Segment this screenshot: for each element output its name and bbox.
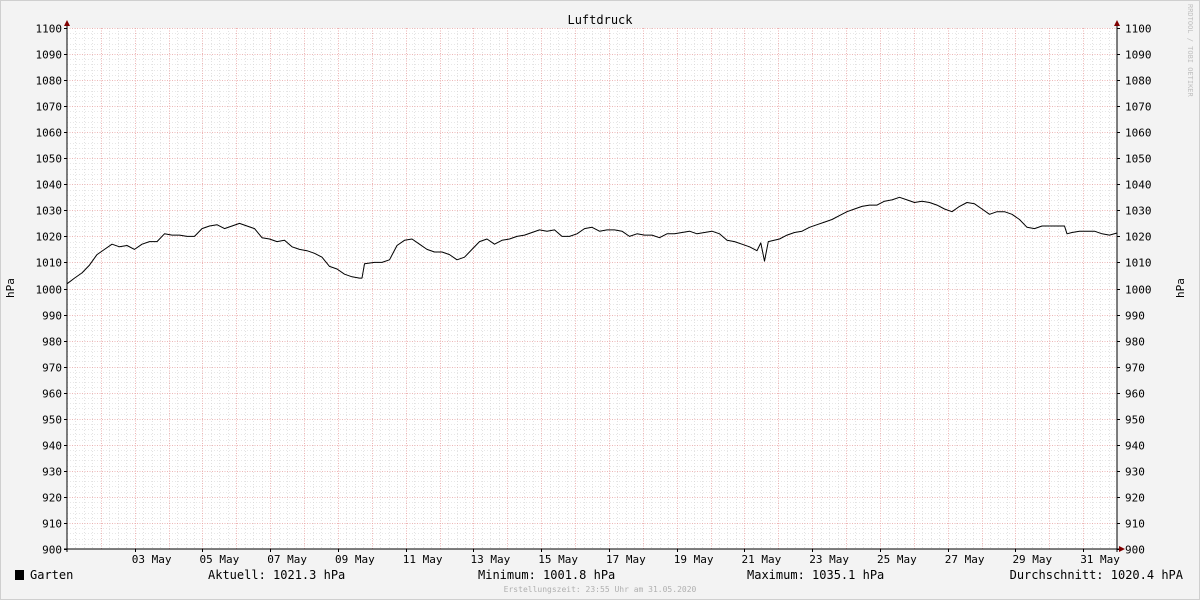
stat-durchschnitt: Durchschnitt: 1020.4 hPA: [1010, 568, 1184, 582]
x-tick-label: 15 May: [538, 553, 578, 566]
y-tick-label: 1090: [1125, 49, 1152, 62]
stat-maximum: Maximum: 1035.1 hPa: [747, 568, 884, 582]
x-tick-label: 17 May: [606, 553, 646, 566]
y-tick-label: 1010: [36, 257, 63, 270]
y-tick-label: 970: [42, 362, 62, 375]
y-tick-label: 1020: [36, 231, 63, 244]
y-tick-label: 910: [42, 518, 62, 531]
y-tick-label: 980: [42, 336, 62, 349]
x-tick-label: 11 May: [403, 553, 443, 566]
x-tick-label: 27 May: [945, 553, 985, 566]
y-tick-label: 1020: [1125, 231, 1152, 244]
stat-aktuell: Aktuell: 1021.3 hPa: [208, 568, 345, 582]
y-tick-label: 1050: [36, 153, 63, 166]
y-tick-label: 1080: [1125, 75, 1152, 88]
y-tick-label: 990: [42, 310, 62, 323]
y-tick-label: 1040: [1125, 179, 1152, 192]
x-tick-label: 21 May: [741, 553, 781, 566]
y-tick-label: 930: [42, 466, 62, 479]
y-tick-label: 1070: [1125, 101, 1152, 114]
x-tick-label: 29 May: [1012, 553, 1052, 566]
y-tick-label: 1070: [36, 101, 63, 114]
y-tick-label: 960: [42, 388, 62, 401]
x-tick-label: 23 May: [809, 553, 849, 566]
y-tick-label: 970: [1125, 362, 1145, 375]
y-tick-label: 1040: [36, 179, 63, 192]
x-tick-label: 07 May: [267, 553, 307, 566]
y-tick-label: 960: [1125, 388, 1145, 401]
y-tick-label: 1100: [1125, 23, 1152, 36]
chart: Luftdruck 900 910 920 930 940 950 960 970 980 990…: [0, 0, 1200, 600]
y-tick-label: 1010: [1125, 257, 1152, 270]
y-axis-label-right: hPa: [1174, 278, 1187, 298]
y-tick-label: 1000: [1125, 284, 1152, 297]
y-tick-label: 1060: [1125, 127, 1152, 140]
legend-series-label: Garten: [30, 568, 73, 582]
y-tick-label: 950: [42, 414, 62, 427]
y-tick-label: 910: [1125, 518, 1145, 531]
stat-minimum: Minimum: 1001.8 hPa: [478, 568, 615, 582]
x-tick-label: 31 May: [1080, 553, 1120, 566]
y-tick-label: 1080: [36, 75, 63, 88]
y-tick-label: 920: [42, 492, 62, 505]
y-tick-label: 920: [1125, 492, 1145, 505]
y-tick-label: 1100: [36, 23, 63, 36]
legend-swatch-garten: [15, 570, 24, 580]
y-tick-label: 990: [1125, 310, 1145, 323]
x-tick-label: 03 May: [132, 553, 172, 566]
y-tick-label: 1000: [36, 284, 63, 297]
y-tick-label: 1030: [1125, 205, 1152, 218]
y-tick-label: 950: [1125, 414, 1145, 427]
y-tick-label: 930: [1125, 466, 1145, 479]
y-tick-label: 980: [1125, 336, 1145, 349]
y-tick-label: 1060: [36, 127, 63, 140]
y-tick-label: 900: [42, 544, 62, 557]
x-tick-label: 25 May: [877, 553, 917, 566]
y-tick-label: 940: [42, 440, 62, 453]
y-axis-label-left: hPa: [4, 278, 17, 298]
x-tick-label: 05 May: [200, 553, 240, 566]
creation-time: Erstellungszeit: 23:55 Uhr am 31.05.2020: [504, 585, 697, 594]
y-tick-label: 1090: [36, 49, 63, 62]
watermark: RRDTOOL / TOBI OETIKER: [1186, 4, 1194, 98]
y-tick-label: 1050: [1125, 153, 1152, 166]
y-tick-label: 1030: [36, 205, 63, 218]
x-tick-label: 13 May: [471, 553, 511, 566]
y-tick-label: 900: [1125, 544, 1145, 557]
chart-title: Luftdruck: [567, 13, 633, 27]
y-tick-label: 940: [1125, 440, 1145, 453]
x-tick-label: 19 May: [674, 553, 714, 566]
x-tick-label: 09 May: [335, 553, 375, 566]
